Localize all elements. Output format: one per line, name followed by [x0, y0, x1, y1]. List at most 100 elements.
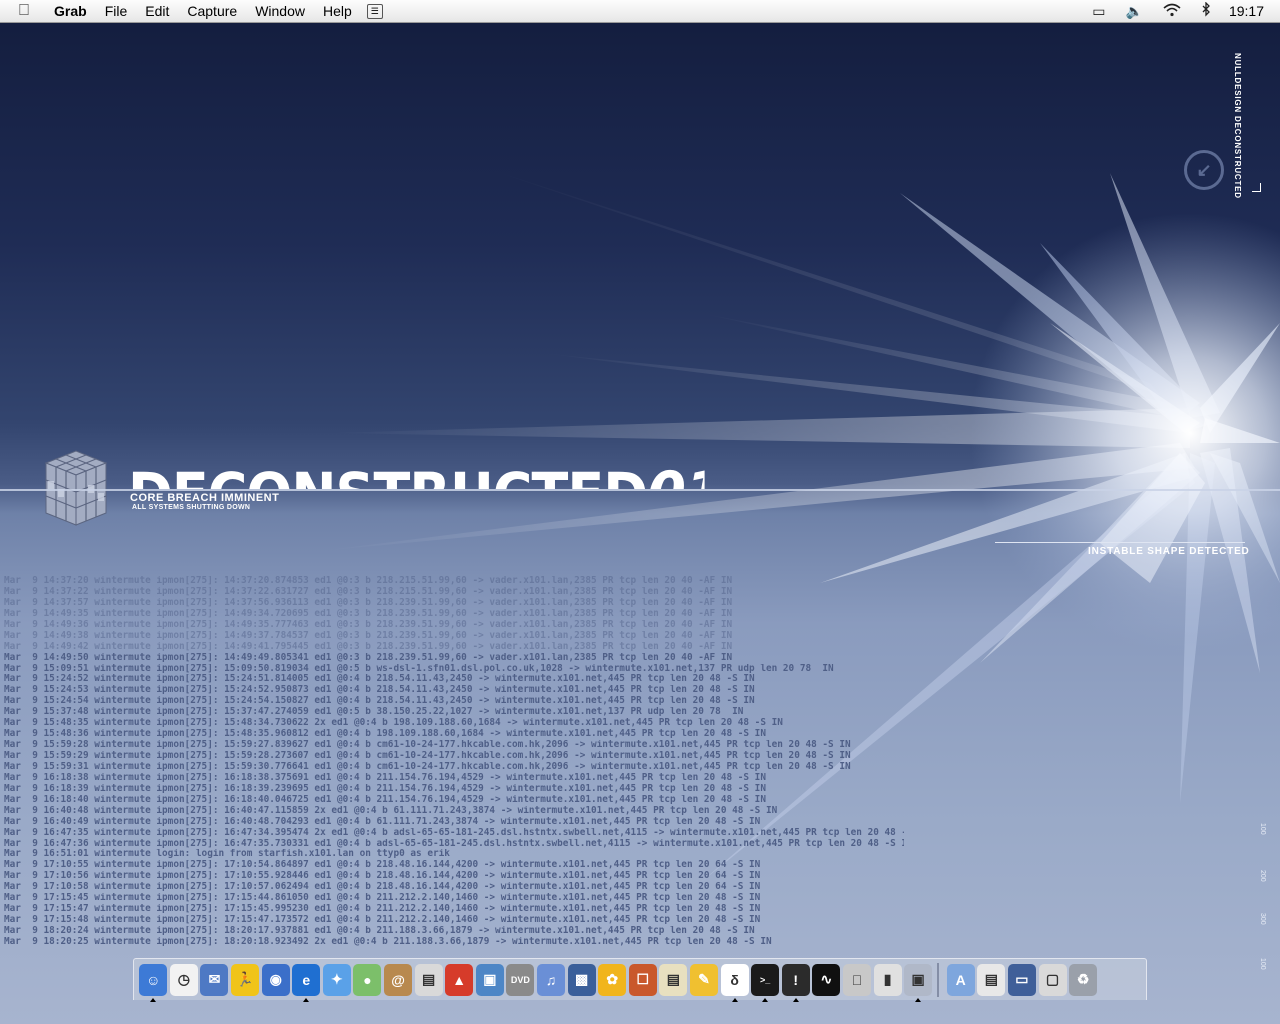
instable-shape-label: INSTABLE SHAPE DETECTED: [1088, 546, 1250, 557]
display-icon[interactable]: ▭: [1092, 3, 1105, 20]
console-log-line: Mar 9 16:51:01 wintermute login: login f…: [4, 849, 450, 860]
dock-preview-icon[interactable]: ▣: [475, 963, 504, 996]
console-log-line: Mar 9 18:20:25 wintermute ipmon[275]: 18…: [4, 936, 772, 947]
dock-minimized-blank-window-icon[interactable]: ▢: [1038, 963, 1067, 996]
decorative-microtext: [830, 353, 890, 433]
menu-app-grab[interactable]: Grab: [54, 3, 87, 19]
wallpaper-subtagline: ALL SYSTEMS SHUTTING DOWN: [132, 504, 251, 511]
console-log-line: Mar 9 17:15:48 wintermute ipmon[275]: 17…: [4, 915, 761, 926]
status-area: ▭ 🔈 19:17: [1082, 0, 1280, 22]
scale-mark: 200: [1259, 870, 1266, 882]
console-log-line: Mar 9 16:18:40 wintermute ipmon[275]: 16…: [4, 794, 766, 805]
dock-minimized-window-icon[interactable]: ▭: [1007, 963, 1036, 996]
decorative-microtext: [1158, 643, 1228, 687]
dock-terminal-icon[interactable]: >_: [751, 963, 780, 1002]
console-log-line: Mar 9 16:47:36 wintermute ipmon[275]: 16…: [4, 838, 904, 849]
console-log-line: Mar 9 16:47:35 wintermute ipmon[275]: 16…: [4, 827, 904, 838]
dock-trash-icon[interactable]: ♻: [1069, 963, 1098, 996]
menu-edit[interactable]: Edit: [145, 3, 169, 19]
dock-delta-app-icon[interactable]: δ: [720, 963, 749, 1002]
dock-dvd-player-icon[interactable]: DVD: [506, 963, 535, 996]
dock-iphoto-icon[interactable]: ▩: [567, 963, 596, 996]
console-log-line: Mar 9 14:49:50 wintermute ipmon[275]: 14…: [4, 652, 733, 663]
corner-bracket: [1252, 183, 1261, 192]
bluetooth-icon[interactable]: [1201, 1, 1211, 20]
console-log-line: Mar 9 15:59:31 wintermute ipmon[275]: 15…: [4, 761, 851, 772]
menu-file[interactable]: File: [105, 3, 128, 19]
dock-separator: [937, 962, 940, 997]
console-log-line: Mar 9 14:49:42 wintermute ipmon[275]: 14…: [4, 641, 733, 652]
console-log-line: Mar 9 15:37:48 wintermute ipmon[275]: 15…: [4, 707, 744, 718]
console-log-line: Mar 9 14:49:36 wintermute ipmon[275]: 14…: [4, 619, 733, 630]
dock-grab-icon[interactable]: ▣: [904, 963, 933, 1002]
script-menu-icon[interactable]: ☰: [366, 3, 383, 19]
wallpaper-side-title: NULLDESIGN DECONSTRUCTED: [1233, 53, 1242, 199]
dock-activity-monitor-icon[interactable]: ∿: [812, 963, 841, 996]
dock-aim-running-man-icon[interactable]: 🏃: [231, 963, 260, 996]
console-log-line: Mar 9 15:59:28 wintermute ipmon[275]: 15…: [4, 740, 851, 751]
desktop-wallpaper: DECONSTRUCTED01 CORE BREACH IMMINENT ALL…: [0, 23, 1280, 1024]
console-log-line: Mar 9 17:10:56 wintermute ipmon[275]: 17…: [4, 871, 761, 882]
cube-logo-icon: [44, 450, 108, 526]
dock-network-globe-icon[interactable]: ◉: [261, 963, 290, 996]
console-log-line: Mar 9 14:49:38 wintermute ipmon[275]: 14…: [4, 630, 733, 641]
console-log-line: Mar 9 17:10:58 wintermute ipmon[275]: 17…: [4, 882, 761, 893]
running-indicator: [731, 997, 738, 1002]
running-indicator: [762, 997, 769, 1002]
dock-text-document-icon[interactable]: ▤: [414, 963, 443, 996]
running-indicator: [915, 997, 922, 1002]
wifi-icon[interactable]: [1163, 3, 1181, 20]
nulldesign-logo-icon: ↙: [1184, 150, 1224, 190]
console-log-line: Mar 9 15:24:54 wintermute ipmon[275]: 15…: [4, 696, 755, 707]
console-log-line: Mar 9 15:48:35 wintermute ipmon[275]: 15…: [4, 718, 783, 729]
dock: ☺◷✉🏃◉e✦●@▤▲▣DVD♫▩✿☐▤✎δ>_!∿▮▣A▤▭▢♻: [133, 958, 1147, 1002]
console-log-line: Mar 9 14:37:22 wintermute ipmon[275]: 14…: [4, 586, 733, 597]
dock-mail-stamp-icon[interactable]: ✉: [200, 963, 229, 996]
wallpaper-title-number: 01: [647, 459, 705, 489]
console-log-line: Mar 9 15:48:36 wintermute ipmon[275]: 15…: [4, 729, 766, 740]
menu-help[interactable]: Help: [323, 3, 352, 19]
dock-itunes-icon[interactable]: ♫: [537, 963, 566, 996]
dock-applications-folder-icon[interactable]: A: [946, 963, 975, 996]
running-indicator: [792, 997, 799, 1002]
console-log-line: Mar 9 16:40:48 wintermute ipmon[275]: 16…: [4, 805, 778, 816]
console-log-line: Mar 9 16:18:38 wintermute ipmon[275]: 16…: [4, 772, 766, 783]
running-indicator: [303, 997, 310, 1002]
console-log-line: Mar 9 17:15:45 wintermute ipmon[275]: 17…: [4, 893, 761, 904]
wallpaper-title: DECONSTRUCTED01: [128, 458, 705, 489]
apple-logo-icon[interactable]: : [18, 2, 38, 20]
menu-capture[interactable]: Capture: [187, 3, 237, 19]
dock-dictionary-book-icon[interactable]: ☐: [628, 963, 657, 996]
volume-icon[interactable]: 🔈: [1126, 3, 1143, 20]
menu-clock[interactable]: 19:17: [1229, 3, 1264, 19]
dock-safari-compass-icon[interactable]: ✦: [322, 963, 351, 996]
dock-apple-hal-icon[interactable]: ●: [353, 963, 382, 996]
scale-mark: 100: [1259, 823, 1266, 835]
console-log-line: Mar 9 15:59:29 wintermute ipmon[275]: 15…: [4, 751, 851, 761]
dock-cpu-graph-icon[interactable]: ▮: [873, 963, 902, 996]
menu-window[interactable]: Window: [255, 3, 305, 19]
dock-console-warning-icon[interactable]: !: [781, 963, 810, 1002]
dock-notes-document-icon[interactable]: ▤: [659, 963, 688, 996]
decorative-microtext: [763, 411, 833, 437]
wallpaper-title-word: DECONSTRUCTED: [128, 460, 648, 489]
scale-mark: 100: [1259, 958, 1266, 970]
dock-finder-icon[interactable]: ☺: [139, 963, 168, 1002]
console-log-line: Mar 9 14:49:35 wintermute ipmon[275]: 14…: [4, 608, 733, 619]
console-log-line: Mar 9 14:37:57 wintermute ipmon[275]: 14…: [4, 597, 733, 608]
running-indicator: [150, 997, 157, 1002]
console-log-line: Mar 9 15:24:53 wintermute ipmon[275]: 15…: [4, 685, 755, 696]
scale-mark: 300: [1259, 913, 1266, 925]
dock-internet-explorer-icon[interactable]: e: [292, 963, 321, 1002]
console-log-line: Mar 9 17:10:55 wintermute ipmon[275]: 17…: [4, 860, 761, 871]
wallpaper-tagline: CORE BREACH IMMINENT: [130, 492, 280, 504]
console-log-line: Mar 9 15:09:51 wintermute ipmon[275]: 15…: [4, 663, 834, 674]
dock-document-stack-icon[interactable]: ▤: [977, 963, 1006, 996]
dock-acrobat-pdf-icon[interactable]: ▲: [445, 963, 474, 996]
dock-system-profiler-icon[interactable]: : [842, 963, 871, 996]
console-log-line: Mar 9 15:24:52 wintermute ipmon[275]: 15…: [4, 674, 755, 685]
dock-address-book-icon[interactable]: @: [384, 963, 413, 996]
dock-clock-icon[interactable]: ◷: [169, 963, 198, 996]
dock-sunflower-icon[interactable]: ✿: [598, 963, 627, 996]
dock-stickies-icon[interactable]: ✎: [689, 963, 718, 996]
